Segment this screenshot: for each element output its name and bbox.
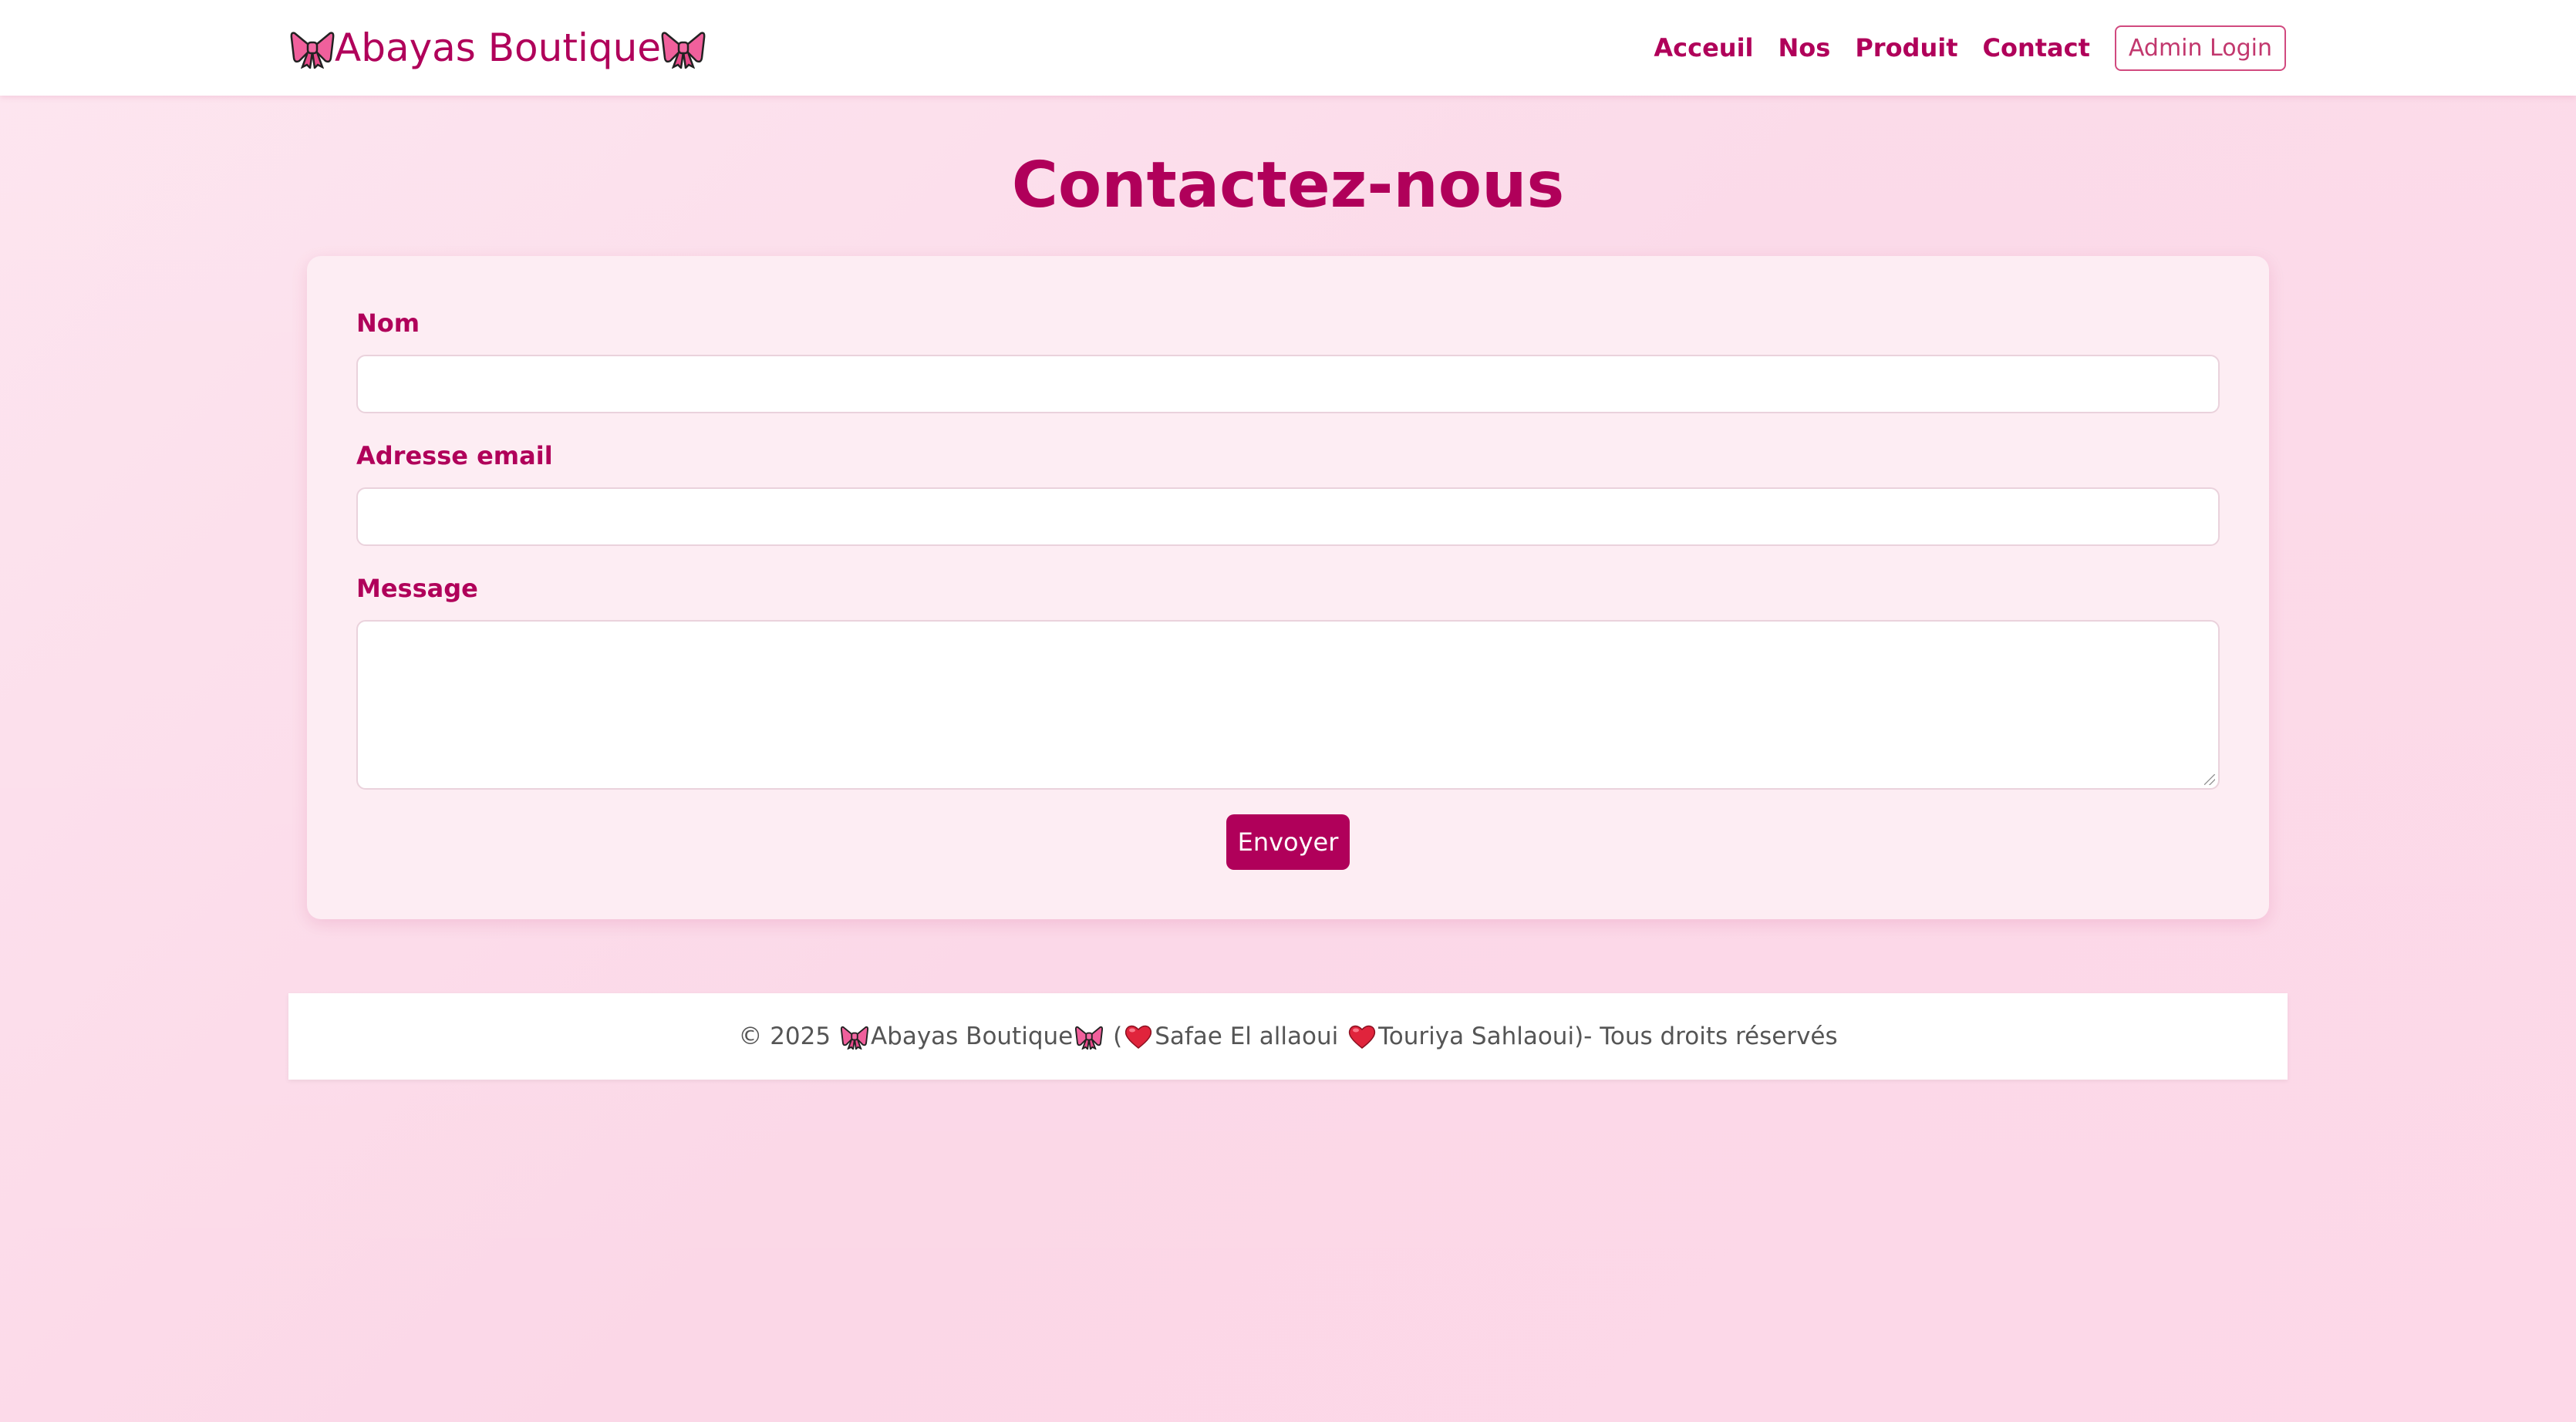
- footer-brand: Abayas Boutique: [870, 1023, 1074, 1050]
- rights-text: - Tous droits réservés: [1583, 1023, 1838, 1050]
- ribbon-bow-icon: [1074, 1023, 1104, 1050]
- send-button[interactable]: Envoyer: [1226, 814, 1350, 870]
- author-2: Touriya Sahlaoui): [1378, 1023, 1584, 1050]
- page-title: Contactez-nous: [1011, 149, 1565, 222]
- nav-link-contact[interactable]: Contact: [1983, 33, 2090, 62]
- ribbon-bow-icon: [661, 27, 706, 69]
- brand-logo[interactable]: Abayas Boutique: [290, 23, 706, 72]
- email-input[interactable]: [356, 487, 2220, 546]
- name-input[interactable]: [356, 355, 2220, 413]
- copyright-text: © 2025: [738, 1023, 831, 1050]
- nav-link-nos[interactable]: Nos: [1779, 33, 1831, 62]
- brand-name: Abayas Boutique: [335, 25, 662, 70]
- ribbon-bow-icon: [290, 27, 335, 69]
- admin-login-button[interactable]: Admin Login: [2114, 25, 2286, 71]
- page-background: Abayas Boutique Acceuil Nos Produit Cont…: [0, 0, 2576, 1422]
- heart-icon: [1347, 1023, 1377, 1050]
- author-1: Safae El allaoui: [1155, 1023, 1339, 1050]
- top-navbar: Abayas Boutique Acceuil Nos Produit Cont…: [0, 0, 2576, 96]
- nav-links: Acceuil Nos Produit Contact Admin Login: [1654, 23, 2286, 72]
- ribbon-bow-icon: [840, 1023, 869, 1050]
- message-label: Message: [356, 574, 478, 603]
- footer-open-paren: (: [1113, 1023, 1123, 1050]
- nav-link-produit[interactable]: Produit: [1855, 33, 1957, 62]
- resize-handle-icon[interactable]: [2204, 774, 2215, 785]
- email-label: Adresse email: [356, 441, 553, 470]
- footer: © 2025 Abayas Boutique (Safae El allaou…: [288, 993, 2288, 1080]
- heart-icon: [1124, 1023, 1153, 1050]
- message-textarea[interactable]: [356, 620, 2220, 790]
- nav-link-acceuil[interactable]: Acceuil: [1654, 33, 1753, 62]
- contact-form-card: Nom Adresse email Message Envoyer: [307, 256, 2269, 919]
- name-label: Nom: [356, 308, 420, 338]
